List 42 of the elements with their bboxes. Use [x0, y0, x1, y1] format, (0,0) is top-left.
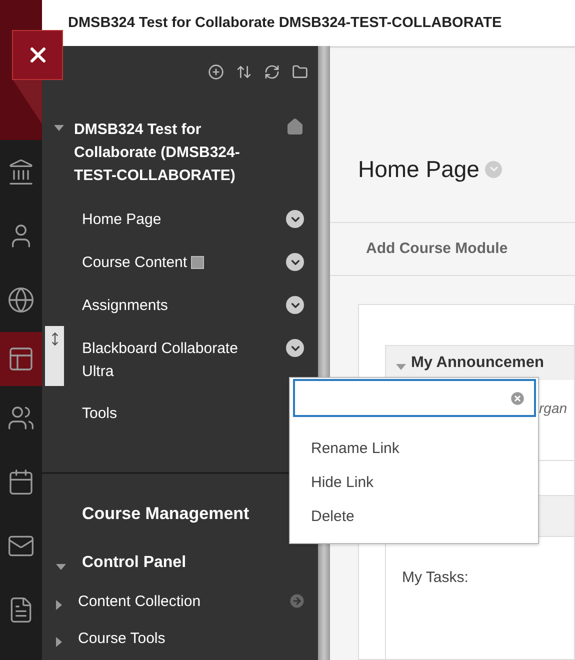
input-field[interactable] [293, 379, 536, 417]
close-button[interactable] [12, 30, 63, 80]
page-heading: Home Page [358, 156, 480, 182]
caret-icon[interactable] [56, 564, 66, 570]
sidebar-nav-item[interactable] [0, 332, 42, 386]
add-icon[interactable] [208, 64, 224, 80]
course-menu-link[interactable]: Course Content [82, 251, 204, 274]
chevron-circle-icon[interactable] [286, 253, 304, 271]
tasks-label: My Tasks: [401, 568, 470, 586]
clear-icon[interactable] [509, 390, 526, 406]
up-down-arrows-icon[interactable] [236, 64, 252, 80]
module-title: My Announcemen [411, 354, 544, 372]
chevron-circle-icon[interactable] [286, 296, 304, 314]
refresh-icon[interactable] [264, 64, 280, 80]
control-panel-link[interactable]: Content Collection [78, 592, 272, 610]
fold-corner-icon [13, 80, 43, 125]
caret-icon[interactable] [56, 637, 62, 647]
course-menu-link[interactable]: Blackboard Collaborate Ultra [82, 337, 272, 383]
people-icon [7, 404, 35, 432]
control-panel-link[interactable]: Course Tools [78, 630, 306, 647]
course-menu-link[interactable]: Assignments [82, 294, 168, 317]
control-panel-heading[interactable]: Control Panel [82, 554, 186, 572]
chevron-circle-icon[interactable] [286, 339, 304, 357]
caret-icon[interactable] [56, 600, 62, 610]
menu-item[interactable]: Delete [290, 499, 538, 533]
chevron-circle-icon[interactable] [286, 210, 304, 228]
resize-handle[interactable] [45, 326, 64, 386]
course-title: DMSB324 Test for Collaborate DMSB324-TEST-COLLABORATE [68, 15, 502, 31]
caret-icon[interactable] [54, 125, 64, 131]
globe-icon [7, 286, 35, 314]
course-menu-link[interactable]: Home Page [82, 208, 162, 231]
module-text: rgan [539, 400, 568, 416]
menu-item[interactable]: Hide Link [290, 465, 538, 499]
home-icon[interactable] [286, 118, 304, 136]
course-menu-title[interactable]: DMSB324 Test for Collaborate (DMSB324-TEST-COLLABORATE) [74, 118, 276, 187]
window-icon [7, 345, 35, 373]
add-module-link[interactable]: Add Course Module [366, 240, 508, 257]
folder-icon[interactable] [292, 64, 308, 80]
calendar-icon [7, 468, 35, 496]
bank-icon [7, 158, 35, 186]
menu-item[interactable]: Rename Link [290, 431, 538, 465]
course-menu-link[interactable]: Tools [82, 402, 118, 425]
